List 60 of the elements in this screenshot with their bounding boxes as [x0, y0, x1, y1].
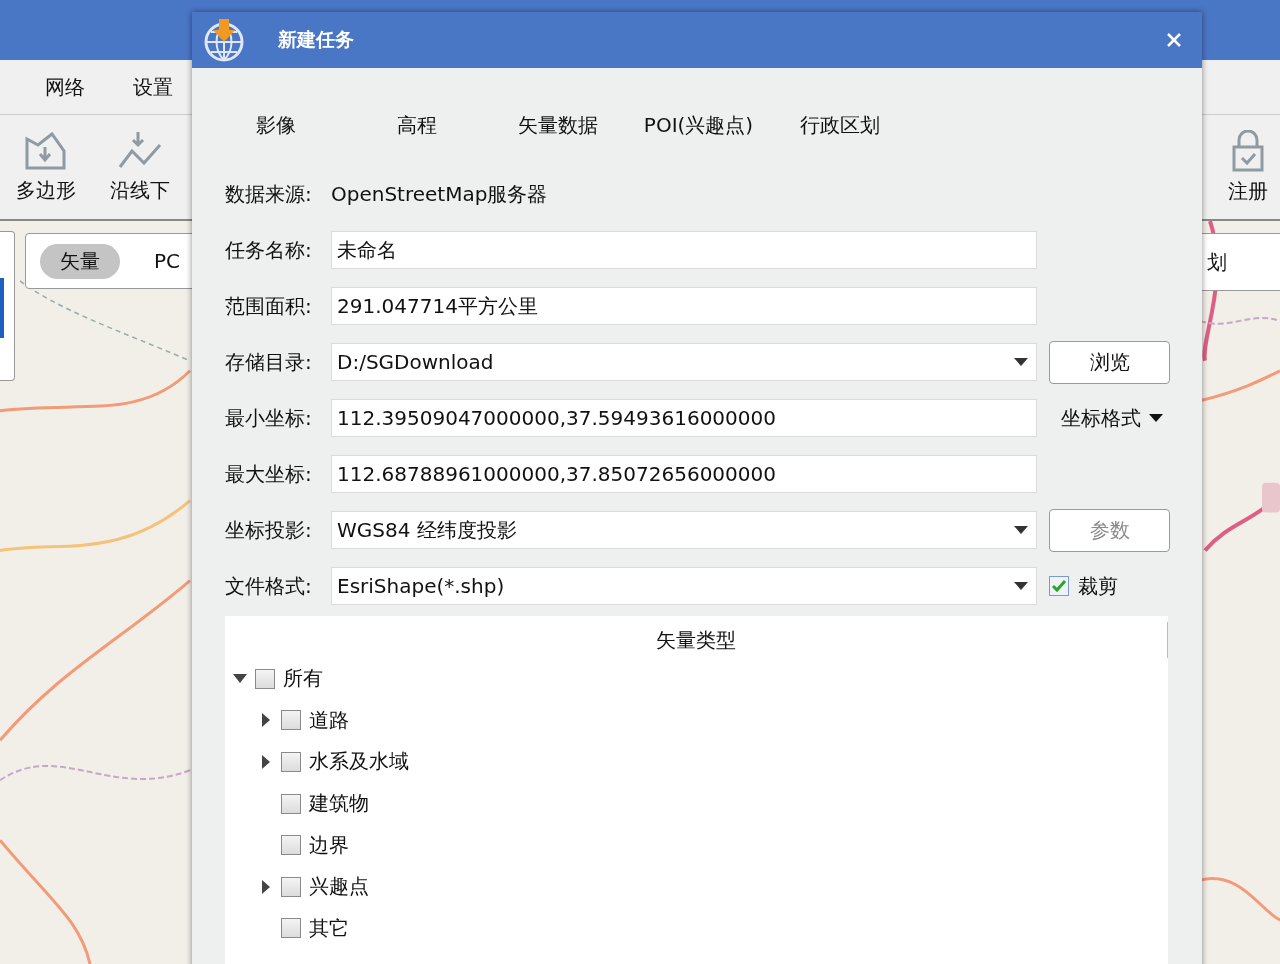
field-label: 坐标投影:	[225, 516, 313, 544]
checkbox-label: 裁剪	[1078, 572, 1118, 600]
tree-item[interactable]: 其它	[309, 914, 349, 942]
map-tab[interactable]: PC	[154, 249, 181, 273]
input-field[interactable]: 291.047714平方公里	[331, 287, 1037, 325]
input-field[interactable]: 112.68788961000000,37.85072656000000	[331, 455, 1037, 493]
column-header: 矢量类型	[656, 626, 736, 654]
checkbox[interactable]	[281, 793, 301, 814]
tab[interactable]: 影像	[205, 111, 346, 139]
checkbox[interactable]	[255, 668, 275, 689]
menu-button[interactable]: 坐标格式	[1049, 404, 1163, 432]
input-field[interactable]: 未命名	[331, 231, 1037, 269]
checkbox[interactable]	[281, 752, 301, 772]
field-label: 数据来源:	[225, 180, 313, 208]
toolbar-button[interactable]: 注册	[1228, 129, 1268, 205]
collapse-arrow-icon[interactable]	[261, 713, 271, 728]
tree-item[interactable]: 边界	[309, 831, 349, 859]
input-field[interactable]: 112.39509047000000,37.59493616000000	[331, 399, 1037, 437]
dropdown-field[interactable]: D:/SGDownload	[331, 343, 1037, 381]
caret-icon	[1149, 414, 1163, 422]
checkbox[interactable]	[281, 876, 301, 897]
toolbar-button[interactable]: 多边形	[16, 130, 76, 204]
caret-icon	[1014, 582, 1028, 590]
tree-item[interactable]: 所有	[283, 665, 323, 693]
close-icon[interactable]	[1166, 32, 1182, 48]
checkbox[interactable]	[281, 710, 301, 731]
tab[interactable]: 行政区划	[769, 111, 910, 139]
polygon-download-icon	[24, 130, 68, 171]
field-label: 最大坐标:	[225, 460, 313, 488]
tree-item[interactable]: 水系及水域	[309, 748, 409, 776]
collapse-arrow-icon[interactable]	[261, 879, 271, 894]
tab[interactable]: 矢量数据	[487, 111, 628, 139]
dropdown-field[interactable]: WGS84 经纬度投影	[331, 511, 1037, 549]
field-label: 存储目录:	[225, 348, 313, 376]
globe-download-icon	[202, 18, 246, 62]
checkbox[interactable]	[281, 918, 301, 939]
menu-item[interactable]: 网络	[45, 73, 85, 101]
map-tab[interactable]: 矢量	[40, 243, 120, 279]
caret-icon	[1014, 526, 1028, 534]
field-label: 任务名称:	[225, 236, 313, 264]
tree-item[interactable]: 道路	[309, 706, 349, 734]
tab[interactable]: POI(兴趣点)	[628, 111, 769, 139]
toolbar-button[interactable]: 沿线下	[110, 130, 170, 204]
expand-arrow-icon[interactable]	[233, 673, 247, 684]
dialog-button[interactable]: 浏览	[1049, 340, 1170, 384]
lock-icon	[1231, 129, 1265, 172]
field-value: OpenStreetMap服务器	[331, 180, 548, 208]
collapse-arrow-icon[interactable]	[261, 755, 271, 769]
field-label: 最小坐标:	[225, 404, 313, 432]
tree-item[interactable]: 建筑物	[309, 790, 369, 818]
dropdown-field[interactable]: EsriShape(*.shp)	[331, 567, 1037, 605]
field-label: 文件格式:	[225, 572, 313, 600]
dialog-title: 新建任务	[278, 27, 354, 52]
tree-item[interactable]: 兴趣点	[309, 873, 369, 901]
tab[interactable]: 高程	[346, 111, 487, 139]
checkbox[interactable]	[281, 835, 301, 856]
caret-icon	[1014, 358, 1028, 366]
menu-item[interactable]: 设置	[133, 73, 173, 101]
checkbox[interactable]	[1049, 576, 1069, 596]
field-label: 范围面积:	[225, 292, 313, 320]
